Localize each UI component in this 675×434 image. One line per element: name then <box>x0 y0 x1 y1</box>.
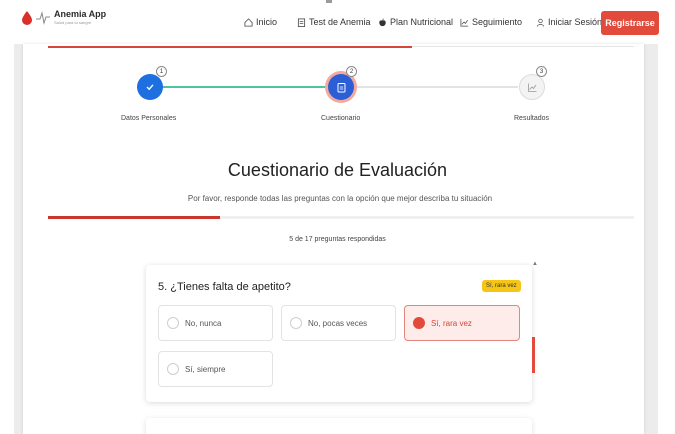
radio-icon <box>167 363 179 375</box>
app-logo[interactable]: Anemia App Salud para tu sangre <box>22 10 106 25</box>
option-label: Sí, rara vez <box>431 318 472 328</box>
page-subtitle: Por favor, responde todas las preguntas … <box>187 194 493 203</box>
option-label: No, nunca <box>185 318 222 328</box>
step-3-circle <box>519 74 545 100</box>
nav-label: Test de Anemia <box>309 17 371 27</box>
question-card: 5. ¿Tienes falta de apetito? Sí, rara ve… <box>146 265 532 402</box>
blood-drop-icon <box>22 10 32 25</box>
progress-text: 5 de 17 preguntas respondidas <box>289 236 386 243</box>
selection-accent-bar <box>532 337 535 373</box>
progress-bar <box>48 216 634 219</box>
check-icon <box>146 84 154 91</box>
step-1-number: 1 <box>156 66 167 77</box>
step-3-label: Resultados <box>514 115 550 122</box>
question-title: 5. ¿Tienes falta de apetito? <box>158 281 291 293</box>
step-2-circle <box>328 74 354 100</box>
nav-item-iniciar-sesion[interactable]: Iniciar Sesión <box>536 17 602 27</box>
top-indicator <box>326 0 332 3</box>
register-button[interactable]: Registrarse <box>601 11 659 35</box>
step-2-number: 2 <box>346 66 357 77</box>
nav-item-inicio[interactable]: Inicio <box>244 17 277 27</box>
stepper-connector-done <box>162 86 326 88</box>
page-title: Cuestionario de Evaluación <box>227 160 448 180</box>
option-no-pocas-veces[interactable]: No, pocas veces <box>281 305 396 341</box>
stepper-connector-pending <box>354 86 518 88</box>
step-1-label: Datos Personales <box>121 115 177 122</box>
step-1-circle <box>137 74 163 100</box>
radio-selected-icon <box>413 317 425 329</box>
header-accent-line <box>48 46 412 48</box>
app-tagline: Salud para tu sangre <box>54 20 92 25</box>
nav-item-plan-nutricional[interactable]: Plan Nutricional <box>378 17 453 27</box>
nav-label: Inicio <box>256 17 278 27</box>
scroll-up-icon[interactable]: ▲ <box>532 261 538 267</box>
apple-icon <box>379 18 386 26</box>
chart-line-icon <box>460 18 469 26</box>
chart-line-icon <box>527 83 536 92</box>
option-label: No, pocas veces <box>308 318 368 328</box>
step-3-number: 3 <box>536 66 547 77</box>
option-label: Sí, siempre <box>185 364 226 374</box>
navbar: Anemia App Salud para tu sangre Inicio T… <box>0 0 675 44</box>
progress-bar-fill <box>48 216 221 219</box>
nav-item-seguimiento[interactable]: Seguimiento <box>460 17 522 27</box>
nav-label: Plan Nutricional <box>390 17 454 27</box>
radio-icon <box>290 317 302 329</box>
nav-item-test-anemia[interactable]: Test de Anemia <box>297 17 371 27</box>
radio-icon <box>167 317 179 329</box>
nav-label: Iniciar Sesión <box>548 17 603 27</box>
option-si-rara-vez[interactable]: Sí, rara vez <box>404 305 520 341</box>
clipboard-icon <box>297 17 306 27</box>
next-question-card <box>146 418 532 434</box>
step-2-label: Cuestionario <box>321 115 361 122</box>
header-divider <box>412 46 634 47</box>
option-no-nunca[interactable]: No, nunca <box>158 305 273 341</box>
option-si-siempre[interactable]: Sí, siempre <box>158 351 273 387</box>
selected-answer-badge: Sí, rara vez <box>482 280 521 292</box>
app-name: Anemia App <box>54 9 107 19</box>
user-icon <box>536 18 545 27</box>
clipboard-icon <box>337 82 345 92</box>
home-icon <box>244 17 253 27</box>
pulse-icon <box>36 10 50 25</box>
nav-label: Seguimiento <box>472 17 523 27</box>
